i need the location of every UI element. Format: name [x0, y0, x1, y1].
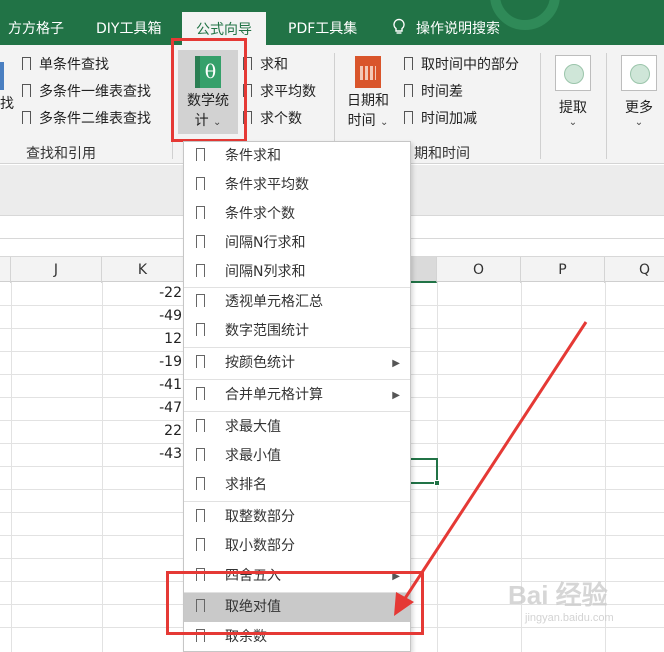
- baidu-watermark: Bai 经验: [508, 580, 608, 610]
- baidu-watermark-url: jingyan.baidu.com: [525, 612, 614, 624]
- annotation-arrow-icon: [394, 321, 588, 616]
